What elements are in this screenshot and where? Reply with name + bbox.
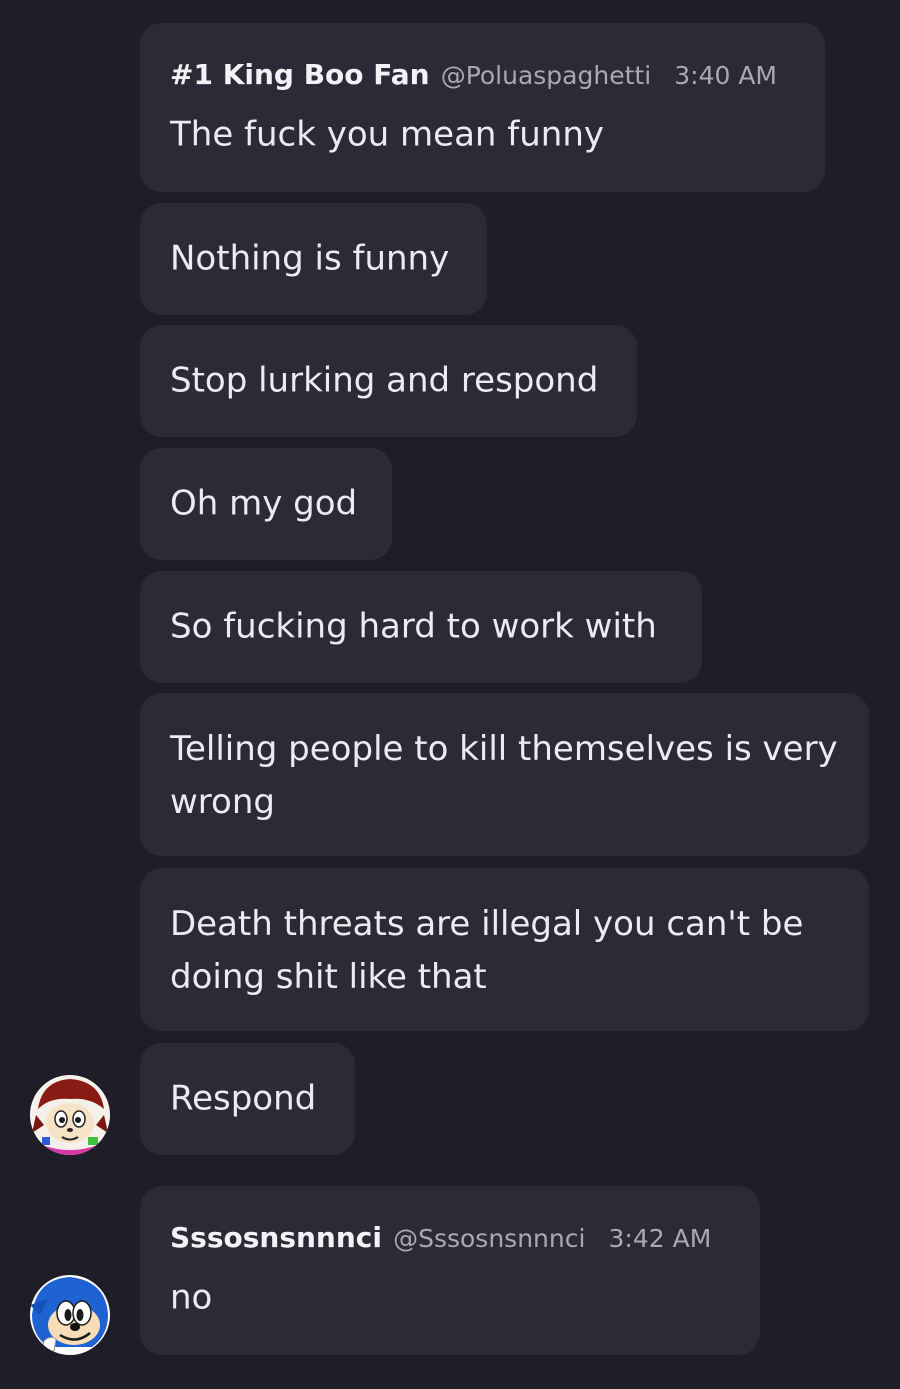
message-bubble[interactable]: #1 King Boo Fan @Poluaspaghetti 3:40 AM … (140, 23, 825, 192)
message-bubble[interactable]: Respond (140, 1043, 355, 1155)
author-handle: @Poluaspaghetti (440, 61, 652, 90)
message-timestamp: 3:40 AM (674, 61, 777, 90)
message-text: Respond (170, 1078, 317, 1119)
message-bubble[interactable]: Sssosnsnnnci @Sssosnsnnnci 3:42 AM no (140, 1186, 760, 1355)
message-bubble[interactable]: Death threats are illegal you can't be d… (140, 868, 869, 1031)
message-text: The fuck you mean funny (170, 114, 604, 155)
message-header: #1 King Boo Fan @Poluaspaghetti 3:40 AM (170, 61, 777, 89)
author-handle: @Sssosnsnnnci (393, 1224, 586, 1253)
red-hedgehog-avatar[interactable] (30, 1075, 110, 1155)
author-name[interactable]: Sssosnsnnnci (170, 1221, 382, 1254)
message-bubble[interactable]: So fucking hard to work with (140, 571, 702, 683)
author-name[interactable]: #1 King Boo Fan (170, 58, 430, 91)
message-bubble[interactable]: Stop lurking and respond (140, 325, 637, 437)
message-text: Nothing is funny (170, 238, 450, 279)
message-text: Oh my god (170, 483, 358, 524)
message-bubble[interactable]: Oh my god (140, 448, 392, 560)
message-text: So fucking hard to work with (170, 606, 657, 647)
message-bubble[interactable]: Telling people to kill themselves is ver… (140, 693, 869, 856)
message-bubble[interactable]: Nothing is funny (140, 203, 487, 315)
message-text: Death threats are illegal you can't be d… (170, 904, 804, 997)
message-timestamp: 3:42 AM (608, 1224, 712, 1253)
message-text: Telling people to kill themselves is ver… (170, 729, 838, 822)
sonic-avatar[interactable] (30, 1275, 110, 1355)
message-header: Sssosnsnnnci @Sssosnsnnnci 3:42 AM (170, 1224, 711, 1252)
message-text: Stop lurking and respond (170, 360, 599, 401)
message-text: no (170, 1277, 213, 1318)
